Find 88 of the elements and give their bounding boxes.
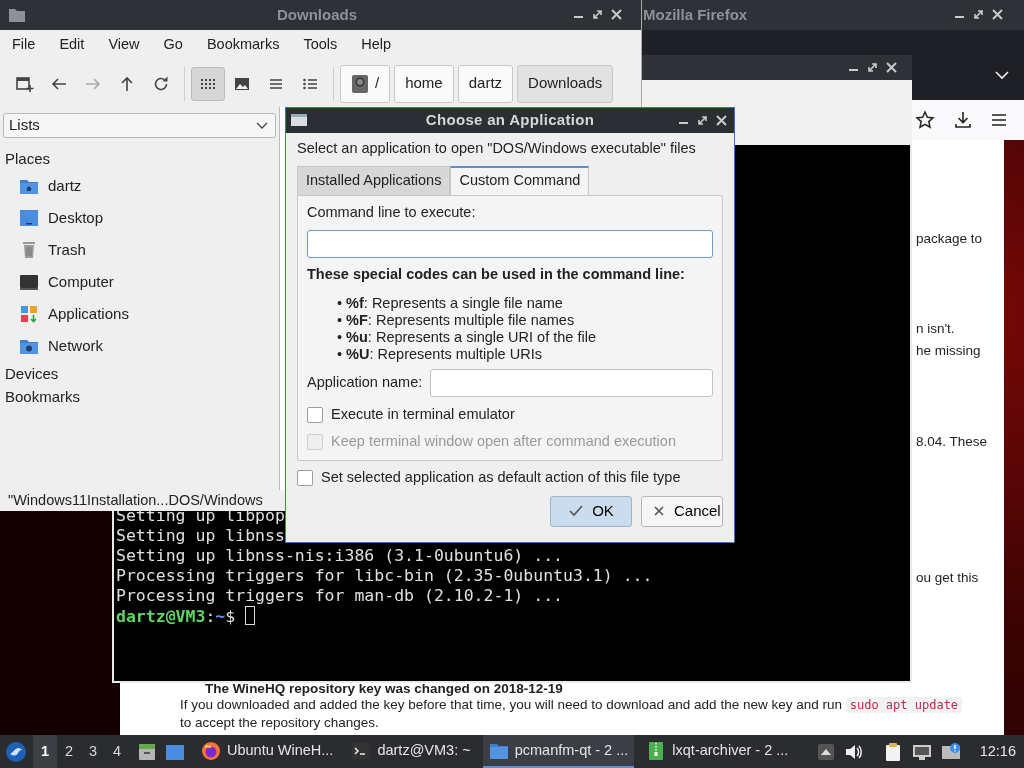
drive-icon (351, 73, 369, 94)
tray-expand-icon[interactable] (816, 742, 835, 761)
list-item: • %U: Represents multiple URIs (337, 346, 543, 364)
view-mode-button[interactable] (191, 66, 225, 101)
field-label: Application name: (307, 373, 423, 393)
menu-item[interactable]: File (4, 34, 44, 56)
path-button[interactable]: / (340, 64, 391, 103)
list-item: • %u: Represents a single URI of the file (337, 329, 597, 347)
close-icon[interactable] (991, 8, 1004, 21)
menu-item[interactable]: Bookmarks (198, 34, 288, 56)
paragraph-text: 8.04. These (916, 433, 988, 451)
tab[interactable]: Custom Command (450, 165, 590, 195)
desktop-icon (19, 208, 39, 228)
maximize-icon[interactable] (591, 8, 604, 21)
name-field[interactable] (430, 369, 713, 398)
workspace-button[interactable]: 2 (57, 735, 81, 768)
checkbox-label: Execute in terminal emulator (331, 404, 515, 424)
sidebar-item[interactable]: Computer (3, 266, 276, 298)
tab[interactable]: Installed Applications (297, 165, 451, 195)
path-button[interactable]: Downloads (517, 64, 614, 103)
sidebar-item[interactable]: dartz (3, 170, 276, 202)
close-icon[interactable] (715, 114, 728, 127)
menu-item[interactable]: Tools (295, 34, 346, 56)
paragraph-text: he missing (916, 342, 981, 360)
section-heading: Devices (4, 364, 60, 384)
section-heading: The WineHQ repository key was changed on 2018-12-19 (205, 681, 563, 696)
checkbox-label: Keep terminal window open after command execution (331, 431, 676, 451)
close-icon[interactable] (610, 8, 623, 21)
prompt-text: Select an application to open "DOS/Windows executable" files (297, 139, 697, 158)
maximize-icon[interactable] (696, 114, 709, 127)
field-label: Command line to execute: (307, 202, 477, 222)
path-button[interactable]: dartz (457, 64, 514, 103)
path-button[interactable]: home (394, 64, 454, 103)
window-title: Mozilla Firefox (643, 4, 748, 25)
window-icon (291, 114, 307, 126)
command-field[interactable] (307, 229, 713, 258)
globe-icon (201, 740, 221, 761)
download-icon[interactable] (953, 110, 973, 130)
checkbox-label: Set selected application as default action of this file type (321, 468, 681, 488)
taskbar-button[interactable]: lxqt-archiver - 2 ... (640, 735, 795, 768)
folder-icon (8, 6, 26, 24)
side-pane-dropdown[interactable]: Lists (3, 113, 276, 138)
workspace-button[interactable]: 1 (33, 735, 57, 768)
monitor-icon (19, 272, 39, 292)
paragraph-text: ou get this (916, 569, 979, 587)
start-menu-icon[interactable] (5, 740, 27, 763)
menu-item[interactable]: Help (353, 34, 400, 56)
clock[interactable]: 12:16 (979, 740, 1016, 763)
file-cabinet-icon[interactable] (137, 741, 157, 762)
sidebar-item[interactable]: Network (3, 330, 276, 362)
paragraph-text: n isn't. (916, 320, 955, 338)
star-icon[interactable] (915, 110, 935, 130)
cancel-button[interactable]: Cancel (641, 495, 723, 527)
sidebar-item[interactable]: Applications (3, 298, 276, 330)
checkbox[interactable] (297, 470, 313, 487)
workspace-button[interactable]: 3 (81, 735, 105, 768)
paragraph: If you downloaded and added the key before that time, you will need to download and add the new key and run sudo apt update to accept the repository changes. (180, 696, 963, 732)
sidebar-item[interactable]: Desktop (3, 202, 276, 234)
notification-icon[interactable] (940, 741, 961, 762)
list-item: • %f: Represents a single file name (337, 295, 564, 313)
apps-grid-icon (19, 304, 39, 324)
section-heading: These special codes can be used in the command line: (307, 264, 686, 284)
maximize-icon[interactable] (972, 8, 985, 21)
checkbox[interactable] (307, 406, 323, 423)
menu-item[interactable]: View (100, 34, 148, 56)
paragraph-text: package to (916, 230, 983, 248)
menu-item[interactable]: Edit (51, 34, 93, 56)
maximize-icon[interactable] (866, 61, 879, 74)
sidebar-item[interactable]: Trash (3, 234, 276, 266)
window-title: Choose an Application (425, 110, 595, 131)
list-item: • %F: Represents multiple file names (337, 312, 576, 330)
terminal-icon (351, 740, 372, 761)
terminal-line: Setting up libnss-nis:i386 (3.1-0ubuntu6) ... (116, 546, 564, 566)
section-heading: Places (4, 149, 52, 169)
taskbar-button[interactable]: dartz@VM3: ~ (345, 735, 477, 768)
window-title: Downloads (277, 4, 357, 25)
ok-button[interactable]: OK (550, 495, 632, 527)
terminal-line: Setting up libnss (116, 526, 285, 546)
close-icon[interactable] (885, 61, 898, 74)
menu-item[interactable]: Go (155, 34, 191, 56)
taskbar-button[interactable]: pcmanfm-qt - 2 ... (482, 735, 635, 768)
terminal-line: Processing triggers for man-db (2.10.2-1) ... (116, 586, 564, 606)
taskbar-button[interactable]: Ubuntu WineH... (195, 735, 340, 768)
terminal-prompt: dartz@VM3:~$ (116, 607, 236, 626)
workspace-button[interactable]: 4 (105, 735, 129, 768)
text-cursor (245, 606, 256, 625)
terminal-line: Processing triggers for libc-bin (2.35-0ubuntu3.1) ... (116, 566, 653, 586)
section-heading: Bookmarks (4, 387, 82, 407)
